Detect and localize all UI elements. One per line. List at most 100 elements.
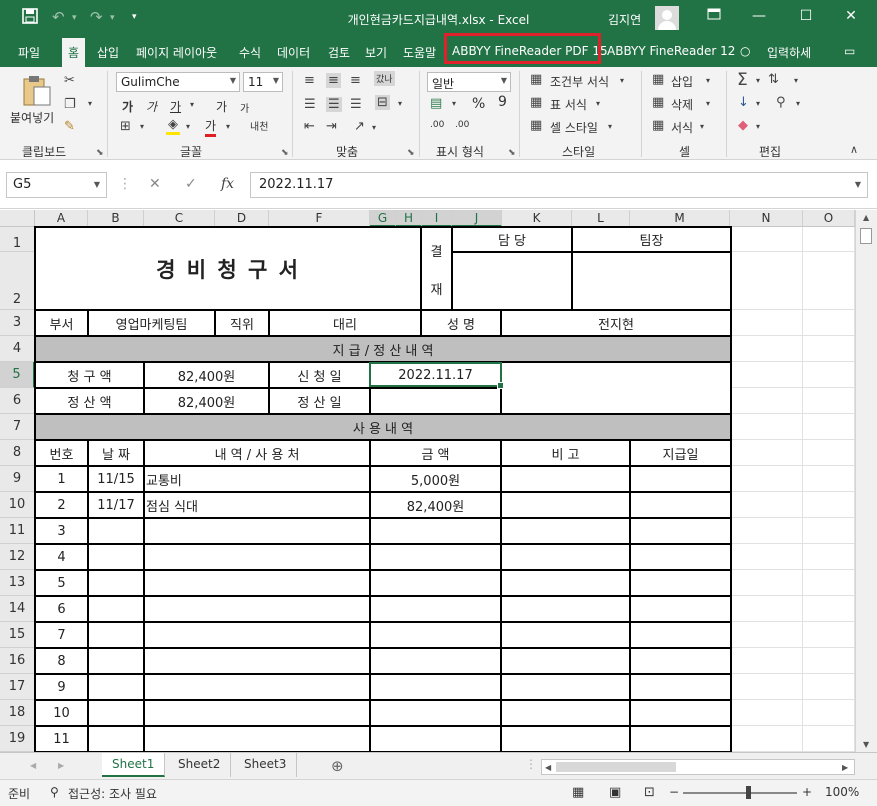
accounting-format-icon[interactable]: ▤ [430,96,442,111]
format-cells-button[interactable]: 서식 [671,119,693,136]
align-top-icon[interactable]: ≡ [304,73,315,88]
increase-indent-icon[interactable]: ⇥ [326,119,337,134]
tab-file[interactable]: 파일 [18,44,40,61]
formula-input[interactable]: 2022.11.17 ▼ [250,172,868,198]
autosum-dropdown-icon[interactable]: ▾ [756,76,760,85]
alignment-launcher-icon[interactable]: ⬊ [407,148,415,158]
orientation-icon[interactable]: ↗ [354,119,365,134]
page-break-view-icon[interactable]: ⊡ [644,785,655,800]
next-sheet-icon[interactable]: ▶ [58,761,64,770]
italic-button[interactable]: 가 [146,98,157,115]
font-launcher-icon[interactable]: ⬊ [281,148,289,158]
decrease-indent-icon[interactable]: ⇤ [304,119,315,134]
copy-icon[interactable]: ❐ [64,97,76,112]
scroll-down-icon[interactable]: ▼ [863,740,869,749]
scroll-right-icon[interactable]: ▶ [842,763,848,772]
column-header-k[interactable]: K [502,210,572,227]
accessibility-status[interactable]: 접근성: 조사 필요 [68,785,157,802]
scroll-up-icon[interactable]: ▲ [863,213,869,222]
column-header-g[interactable]: G [370,210,396,227]
border-dropdown-icon[interactable]: ▾ [140,122,144,131]
zoom-slider[interactable] [683,792,797,794]
table-format-dropdown-icon[interactable]: ▾ [596,99,600,108]
normal-view-icon[interactable]: ▦ [572,785,584,800]
page-layout-view-icon[interactable]: ▣ [609,785,621,800]
conditional-format-button[interactable]: 조건부 서식 [550,73,609,90]
row-header-5[interactable]: 5 [0,362,35,388]
tab-splitter-icon[interactable]: ⋮ [525,757,537,771]
row-header-14[interactable]: 14 [0,596,35,622]
phonetic-button[interactable]: 내천 [250,118,268,133]
cell-styles-button[interactable]: 셀 스타일 [550,119,598,136]
minimize-icon[interactable]: — [749,8,769,24]
sort-dropdown-icon[interactable]: ▾ [794,76,798,85]
tab-page-layout[interactable]: 페이지 레이아웃 [136,44,217,61]
avatar[interactable] [655,6,679,30]
tab-formulas[interactable]: 수식 [239,44,261,61]
row-header-19[interactable]: 19 [0,726,35,752]
horizontal-scrollbar[interactable]: ◀ ▶ [541,759,855,775]
sort-filter-icon[interactable]: ⇅ [768,72,779,87]
merge-dropdown-icon[interactable]: ▾ [398,99,402,108]
column-header-c[interactable]: C [144,210,215,227]
zoom-out-icon[interactable]: − [669,785,679,799]
align-middle-icon[interactable]: ≡ [326,73,341,88]
hscroll-thumb[interactable] [556,762,676,772]
row-header-7[interactable]: 7 [0,414,35,440]
column-header-m[interactable]: M [630,210,730,227]
tab-review[interactable]: 검토 [328,44,350,61]
number-format-combo[interactable]: 일반 ▼ [427,72,511,92]
column-header-b[interactable]: B [88,210,144,227]
tab-abbyy-12[interactable]: ABBYY FineReader 12 [607,44,735,58]
delete-dropdown-icon[interactable]: ▾ [706,99,710,108]
insert-dropdown-icon[interactable]: ▾ [706,76,710,85]
cancel-icon[interactable]: ✕ [149,176,161,192]
column-header-o[interactable]: O [803,210,855,227]
underline-button[interactable]: 가 [170,98,181,115]
row-header-15[interactable]: 15 [0,622,35,648]
find-select-icon[interactable]: ⚲ [776,95,786,110]
row-header-13[interactable]: 13 [0,570,35,596]
row-header-12[interactable]: 12 [0,544,35,570]
sheet-tab-3[interactable]: Sheet3 [234,753,298,777]
fill-dropdown-icon[interactable]: ▾ [756,99,760,108]
merge-center-icon[interactable]: ⊟ [375,95,390,110]
vertical-scrollbar[interactable]: ▲ ▼ [855,210,877,752]
maximize-icon[interactable]: ☐ [796,8,816,24]
row-header-6[interactable]: 6 [0,388,35,414]
zoom-level[interactable]: 100% [825,785,859,799]
fill-color-dropdown-icon[interactable]: ▾ [186,122,190,131]
clipboard-launcher-icon[interactable]: ⬊ [96,148,104,158]
scroll-left-icon[interactable]: ◀ [545,763,551,772]
add-sheet-icon[interactable]: ⊕ [331,757,344,775]
select-all-corner[interactable] [0,210,35,227]
row-header-4[interactable]: 4 [0,336,35,362]
clear-dropdown-icon[interactable]: ▾ [756,122,760,131]
tab-insert[interactable]: 삽입 [97,44,119,61]
sheet-tab-1[interactable]: Sheet1 [102,753,166,777]
column-header-n[interactable]: N [730,210,803,227]
percent-button[interactable]: % [472,96,485,112]
row-header-10[interactable]: 10 [0,492,35,518]
column-header-d[interactable]: D [215,210,269,227]
paste-button[interactable]: 붙여넣기 [10,109,54,126]
row-header-1[interactable]: 1 [0,227,35,252]
row-header-18[interactable]: 18 [0,700,35,726]
increase-decimal-button[interactable]: .00 [430,120,444,130]
find-dropdown-icon[interactable]: ▾ [796,99,800,108]
underline-dropdown-icon[interactable]: ▾ [190,100,194,109]
align-center-icon[interactable]: ☰ [326,97,342,112]
font-size-combo[interactable]: 11 ▼ [243,72,283,92]
bold-button[interactable]: 가 [122,98,133,115]
sheet-tab-2[interactable]: Sheet2 [168,753,232,777]
tab-help[interactable]: 도움말 [403,44,436,61]
ribbon-display-icon[interactable] [704,8,724,24]
column-header-h[interactable]: H [396,210,422,227]
clear-icon[interactable]: ◆ [738,118,748,133]
tell-me-search[interactable]: 입력하세 [767,44,811,61]
decrease-decimal-button[interactable]: .00 [455,120,469,130]
accounting-dropdown-icon[interactable]: ▾ [452,99,456,108]
column-header-f[interactable]: F [269,210,370,227]
table-format-button[interactable]: 표 서식 [550,96,587,113]
align-left-icon[interactable]: ☰ [304,97,316,112]
